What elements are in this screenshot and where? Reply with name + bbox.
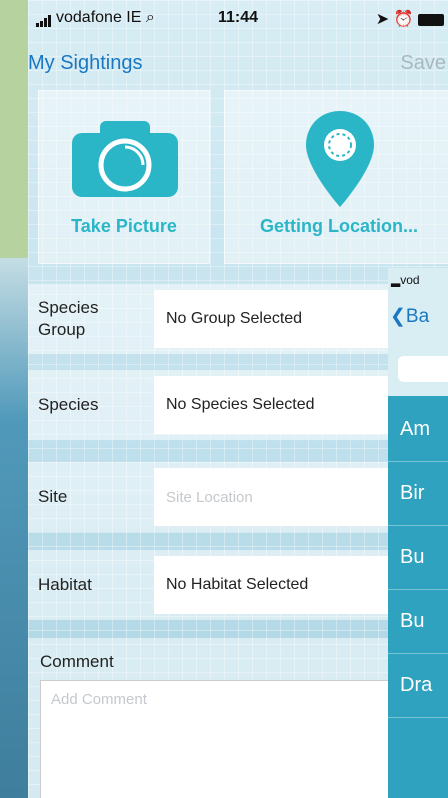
species-row: Species No Species Selected xyxy=(28,370,448,440)
left-background-decoration xyxy=(0,258,28,798)
search-field[interactable] xyxy=(398,356,448,382)
comment-panel: Comment Add Comment xyxy=(28,638,448,798)
site-row: Site Site Location xyxy=(28,462,448,532)
back-button[interactable]: ❮Ba xyxy=(388,292,448,342)
habitat-label: Habitat xyxy=(38,575,92,594)
take-picture-label: Take Picture xyxy=(71,216,177,236)
status-time: 11:44 xyxy=(218,9,259,26)
signal-icon: ▂ xyxy=(391,273,401,287)
battery-icon xyxy=(418,13,444,26)
location-tile[interactable]: Getting Location... xyxy=(224,90,448,264)
chevron-left-icon: ❮ xyxy=(390,306,406,327)
species-group-row: Species Group No Group Selected xyxy=(28,284,448,354)
status-icons: ➤ ⏰ xyxy=(376,9,444,29)
overlay-status-bar: ▂vod xyxy=(388,268,448,292)
list-item[interactable]: Am xyxy=(388,398,448,462)
status-bar: vodafone IE ⌕ 11:44 ➤ ⏰ xyxy=(28,0,448,38)
page-title: My Sightings xyxy=(28,52,143,74)
species-group-list-overlay: ▂vod ❮Ba Am Bir Bu Bu Dra xyxy=(388,268,448,798)
list-item[interactable]: Bu xyxy=(388,526,448,590)
take-picture-tile[interactable]: Take Picture xyxy=(38,90,210,264)
sightings-screen: vodafone IE ⌕ 11:44 ➤ ⏰ My Sightings Sav… xyxy=(28,0,448,798)
navigation-bar: My Sightings Save xyxy=(28,38,448,88)
list-item[interactable]: Dra xyxy=(388,654,448,718)
location-arrow-icon: ➤ xyxy=(375,11,390,28)
list-item[interactable]: Bu xyxy=(388,590,448,654)
list-item[interactable]: Bir xyxy=(388,462,448,526)
signal-icon xyxy=(36,9,52,27)
species-group-label: Species Group xyxy=(38,298,99,339)
habitat-row: Habitat No Habitat Selected xyxy=(28,550,448,620)
comment-label: Comment xyxy=(40,652,114,671)
camera-icon xyxy=(72,121,178,197)
carrier-label: vodafone IE ⌕ xyxy=(36,9,155,27)
alarm-icon: ⏰ xyxy=(393,11,414,28)
species-label: Species xyxy=(38,395,99,414)
location-pin-icon xyxy=(306,111,374,207)
site-label: Site xyxy=(38,487,68,506)
location-label: Getting Location... xyxy=(260,216,418,236)
comment-field[interactable]: Add Comment xyxy=(40,680,440,798)
wifi-icon: ⌕ xyxy=(145,9,155,26)
save-button[interactable]: Save xyxy=(400,52,446,75)
